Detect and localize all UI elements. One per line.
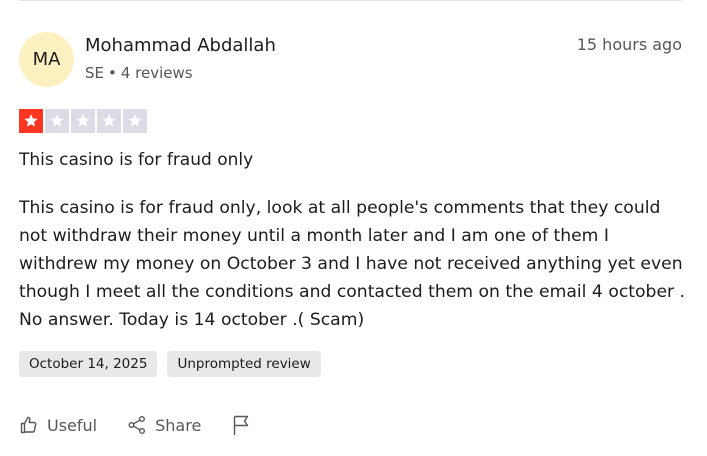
review-type-badge[interactable]: Unprompted review — [167, 351, 321, 377]
author-name[interactable]: Mohammad Abdallah — [85, 35, 276, 56]
review-title[interactable]: This casino is for fraud only — [19, 150, 253, 170]
meta-separator: • — [108, 64, 117, 82]
useful-button[interactable]: Useful — [19, 415, 97, 435]
thumbs-up-icon — [19, 415, 39, 435]
avatar-initials: MA — [32, 49, 61, 70]
star-icon — [128, 114, 142, 127]
review-actions: Useful Share — [19, 414, 251, 436]
star-icon — [76, 114, 90, 127]
flag-icon — [231, 414, 251, 436]
review-body: This casino is for fraud only, look at a… — [19, 198, 686, 330]
useful-label: Useful — [47, 415, 98, 435]
date-badge: October 14, 2025 — [19, 351, 158, 377]
star-empty — [123, 109, 147, 133]
star-empty — [45, 109, 69, 133]
share-icon — [127, 415, 147, 435]
avatar[interactable]: MA — [19, 32, 74, 87]
author-country: SE — [85, 64, 104, 82]
star-filled — [19, 109, 43, 133]
star-icon — [102, 114, 116, 127]
report-button[interactable] — [231, 414, 251, 436]
author-meta: SE • 4 reviews — [85, 64, 193, 82]
star-empty — [97, 109, 121, 133]
star-empty — [71, 109, 95, 133]
share-button[interactable]: Share — [127, 415, 201, 435]
review-timestamp: 15 hours ago — [576, 35, 682, 54]
top-divider — [19, 0, 682, 1]
badges: October 14, 2025 Unprompted review — [19, 351, 321, 377]
star-rating — [19, 109, 147, 133]
star-icon — [24, 114, 38, 127]
author-review-count: 4 reviews — [120, 64, 193, 82]
share-label: Share — [155, 415, 202, 435]
star-icon — [50, 114, 64, 127]
